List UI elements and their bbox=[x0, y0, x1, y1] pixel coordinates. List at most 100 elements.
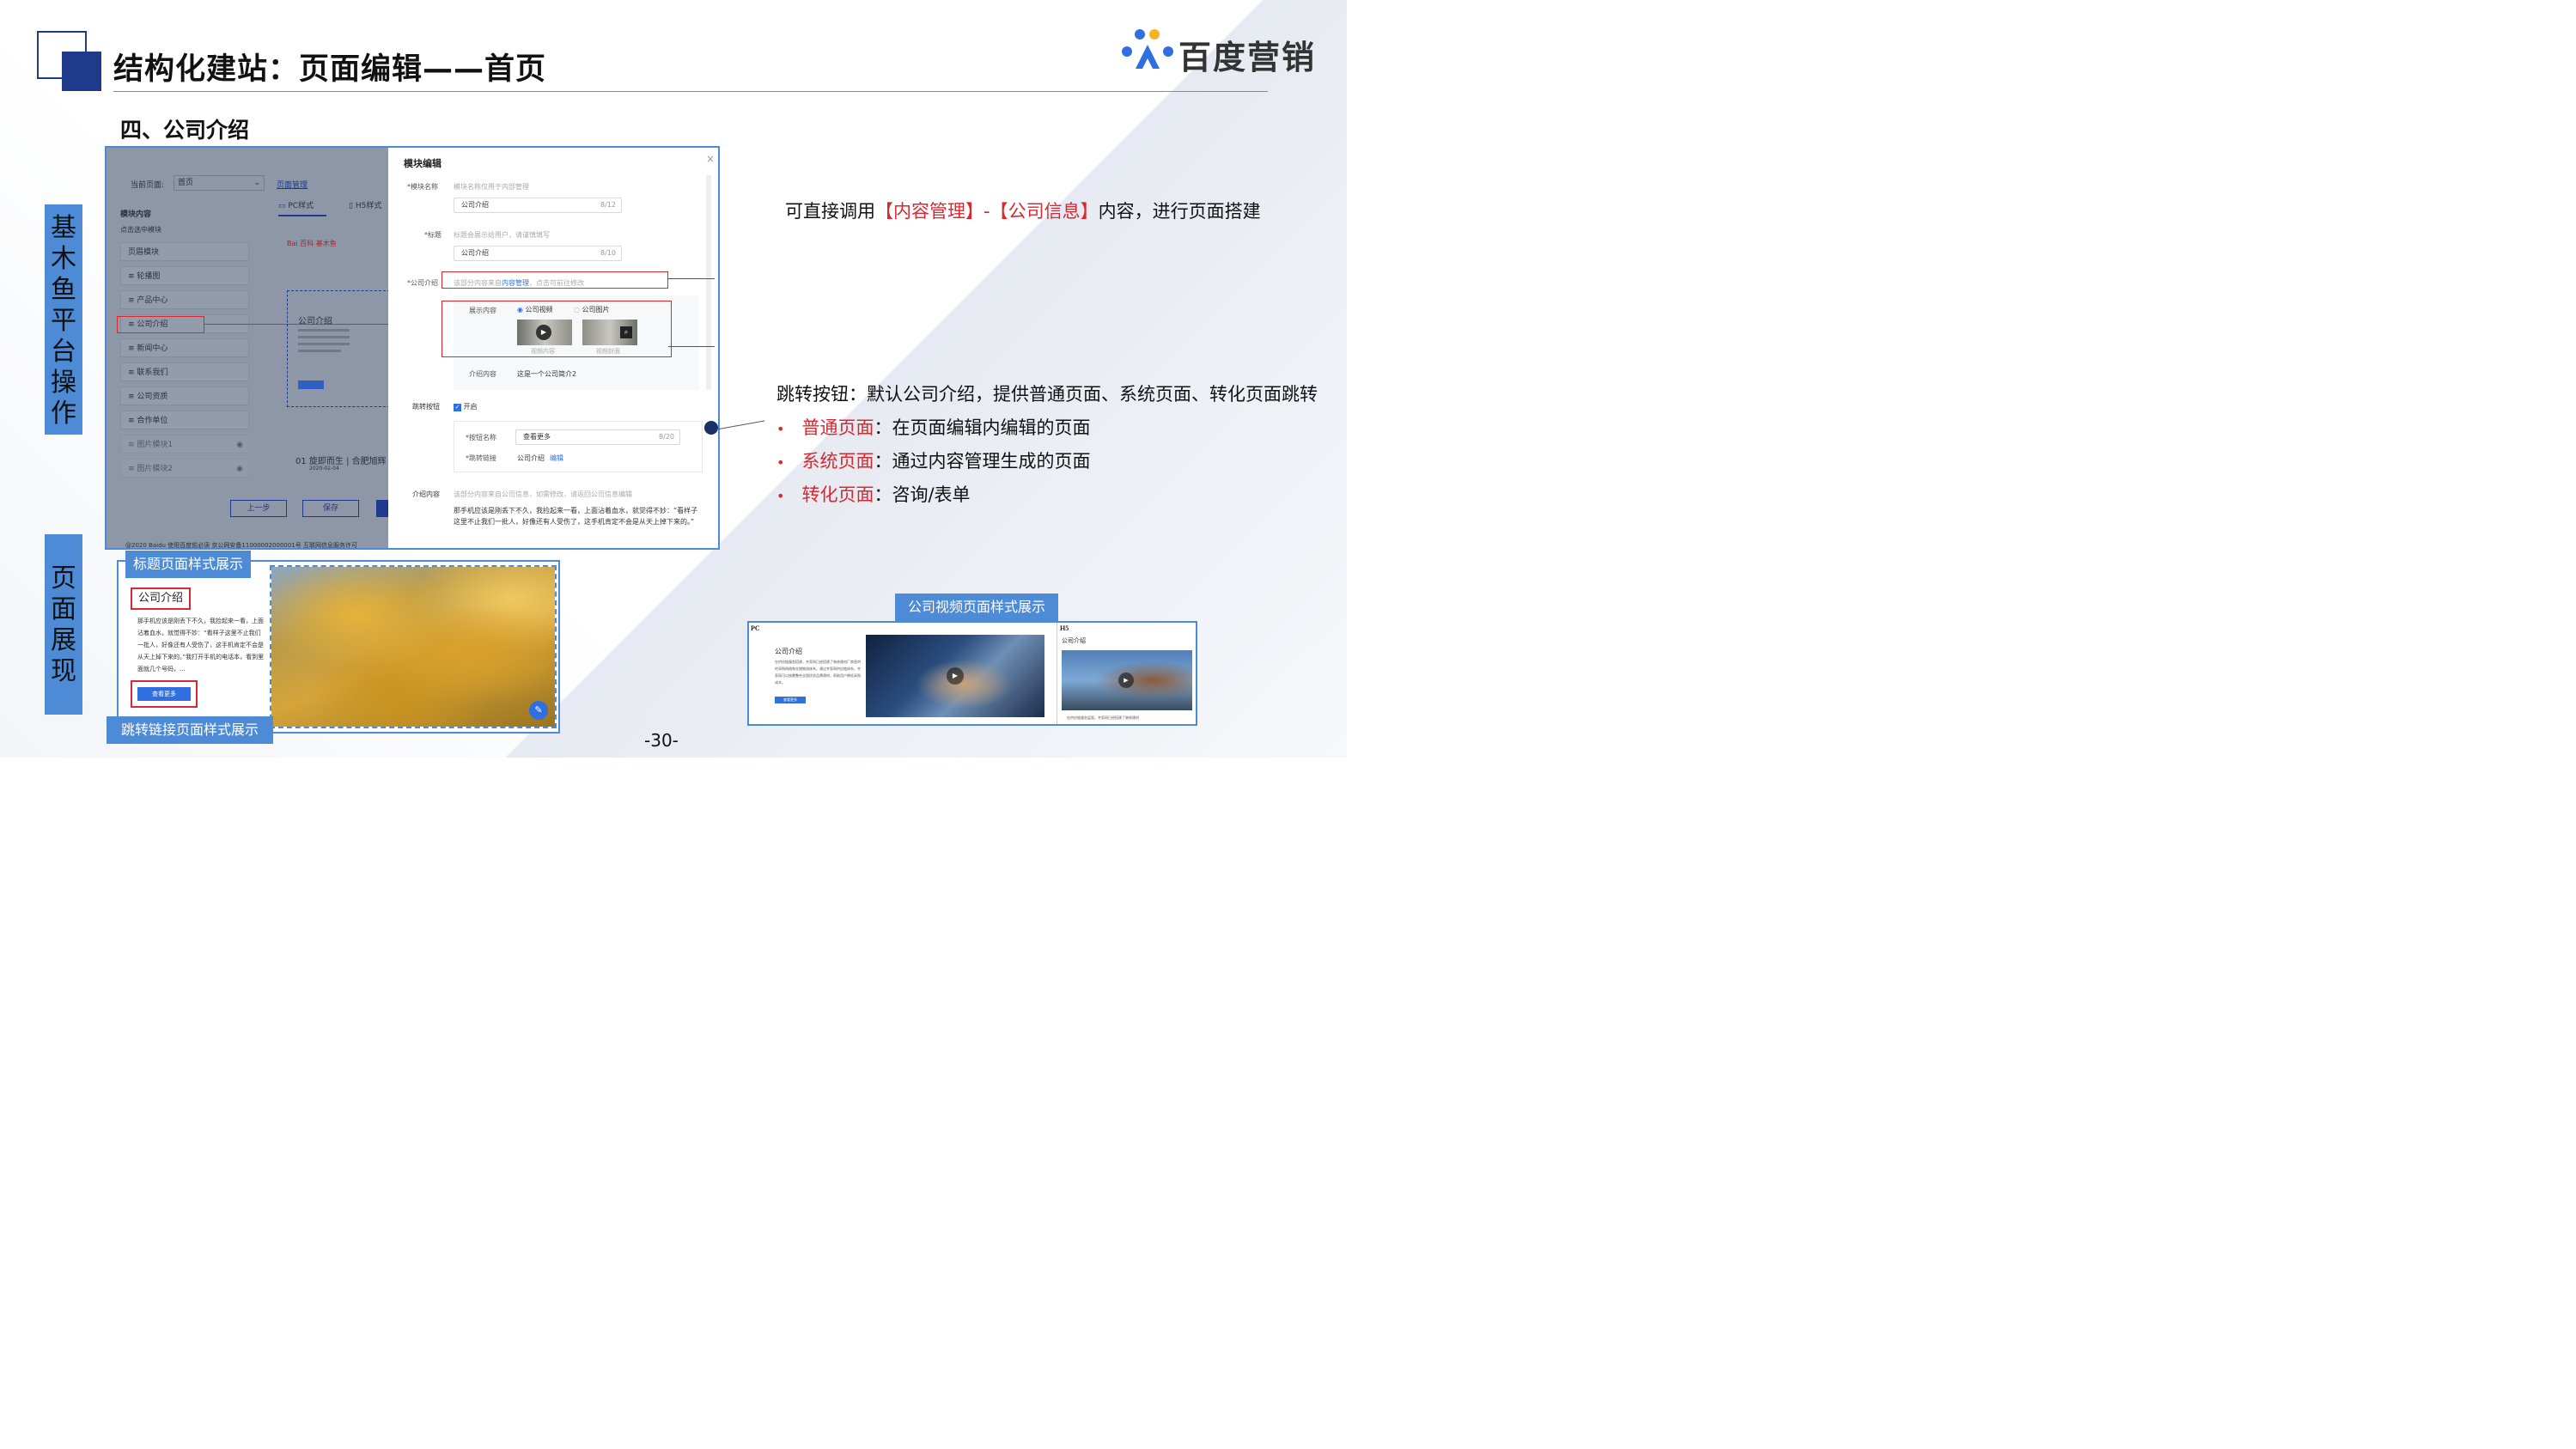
side-char: 基 bbox=[51, 213, 76, 243]
scrollbar[interactable] bbox=[706, 175, 711, 390]
note-text: 内容，进行页面搭建 bbox=[1098, 201, 1261, 222]
pc-body: 在供应链服务搭建，齐家网已经搭建了装修建材厂商直供的采购网络和仓储物流体系。通过… bbox=[775, 660, 861, 685]
button-name-count: 8/20 bbox=[659, 433, 674, 441]
content-source-note: 可直接调用【内容管理】-【公司信息】内容，进行页面搭建 bbox=[785, 198, 1261, 223]
title-count: 8/10 bbox=[600, 249, 616, 257]
module-item[interactable]: 页眉模块 bbox=[120, 242, 249, 261]
module-item[interactable]: ≡ 产品中心 bbox=[120, 290, 249, 309]
eye-icon[interactable]: ◉ bbox=[236, 435, 243, 454]
page-manage-link[interactable]: 页面管理 bbox=[277, 179, 308, 190]
preview-line bbox=[298, 329, 350, 332]
jump-toggle[interactable]: ✓ 开启 bbox=[454, 402, 478, 411]
preview-module-frame[interactable]: 公司介绍 bbox=[287, 290, 390, 407]
button-name-input[interactable]: 查看更多 8/20 bbox=[515, 429, 680, 445]
side-char: 平 bbox=[51, 306, 76, 336]
play-icon[interactable]: ▶ bbox=[1118, 673, 1134, 688]
title-style-preview: 公司介绍 那手机应该是刚丢下不久，我捡起来一看，上面沾着血水，就觉得不妙：“看样… bbox=[117, 560, 560, 734]
checkbox-checked-icon[interactable]: ✓ bbox=[454, 404, 461, 411]
module-label: 联系我们 bbox=[137, 368, 168, 377]
preview-heading: 公司介绍 bbox=[131, 588, 191, 610]
jump-link-value: 公司介绍 bbox=[517, 454, 545, 462]
side-char: 面 bbox=[51, 594, 76, 624]
close-icon[interactable]: × bbox=[706, 153, 715, 165]
preview-more-button[interactable]: 查看更多 bbox=[137, 687, 191, 701]
tab-pc[interactable]: ▭ PC样式 bbox=[278, 199, 314, 210]
jump-link-label: *跳转链接 bbox=[466, 454, 496, 462]
connector-line-diagonal bbox=[716, 420, 765, 430]
side-label-platform: 基 木 鱼 平 台 操 作 bbox=[45, 204, 82, 435]
tab-h5[interactable]: ▯ H5样式 bbox=[349, 199, 381, 210]
preview-button-highlight: 查看更多 bbox=[131, 680, 198, 708]
module-item[interactable]: ≡ 图片模块2 ◉ bbox=[120, 459, 249, 478]
preview-line bbox=[298, 336, 350, 338]
intro-content-label: 介绍内容 bbox=[469, 370, 496, 378]
preview-body: 那手机应该是刚丢下不久，我捡起来一看，上面沾着血水，就觉得不妙：“看样子这里不止… bbox=[137, 618, 265, 673]
h5-label: H5 bbox=[1060, 624, 1069, 632]
module-item[interactable]: ≡ 轮播图 bbox=[120, 266, 249, 285]
module-name-hint: 模块名称仅用于内部管理 bbox=[454, 183, 529, 191]
side-char: 操 bbox=[51, 368, 76, 398]
current-page-value: 首页 bbox=[178, 179, 194, 187]
bullet-desc: ：通过内容管理生成的页面 bbox=[874, 451, 1091, 472]
intro2-hint: 该部分内容来自公司信息，如需修改，请返回公司信息编辑 bbox=[454, 490, 632, 498]
connector-line bbox=[668, 346, 715, 347]
note-highlight: 【公司信息】 bbox=[990, 201, 1099, 222]
save-button[interactable]: 保存 bbox=[302, 500, 359, 517]
title-decoration-square bbox=[62, 52, 101, 91]
bullet-dot: • bbox=[776, 454, 785, 471]
title-label: *标题 bbox=[424, 231, 442, 239]
connector-line bbox=[668, 278, 715, 279]
pc-more-button[interactable]: 查看更多 bbox=[775, 697, 806, 703]
tab-pc-underline bbox=[278, 215, 326, 216]
video-style-tab: 公司视频页面样式展示 bbox=[895, 594, 1058, 621]
bullet-desc: ：咨询/表单 bbox=[874, 484, 971, 505]
play-icon[interactable]: ▶ bbox=[947, 667, 964, 685]
editor-left-panel: 当前页面: 首页 ⌄ 页面管理 模块内容 点击选中模块 页眉模块 ≡ 轮播图 ≡… bbox=[107, 148, 396, 548]
module-hint: 点击选中模块 bbox=[120, 226, 161, 234]
preview-line bbox=[298, 350, 341, 352]
h5-video-thumbnail[interactable]: ▶ bbox=[1062, 650, 1192, 710]
title-value: 公司介绍 bbox=[461, 249, 489, 257]
pc-video-thumbnail[interactable]: ▶ bbox=[866, 635, 1044, 717]
jump-link-edit[interactable]: 编辑 bbox=[550, 454, 563, 463]
preview-button bbox=[298, 381, 324, 389]
bullet-normal-page: • 普通页面：在页面编辑内编辑的页面 bbox=[776, 414, 1090, 440]
preview-news: 01 旋即而生 | 合肥旭辉 bbox=[295, 457, 387, 466]
button-name-value: 查看更多 bbox=[523, 433, 551, 441]
note-dash: - bbox=[984, 201, 990, 222]
module-name-input[interactable]: 公司介绍 8/12 bbox=[454, 198, 622, 213]
module-name-label: *模块名称 bbox=[407, 183, 438, 191]
video-style-preview: PC 公司介绍 在供应链服务搭建，齐家网已经搭建了装修建材厂商直供的采购网络和仓… bbox=[747, 621, 1197, 726]
side-char: 页 bbox=[51, 563, 76, 594]
bullet-term: 转化页面 bbox=[801, 484, 874, 505]
title-input[interactable]: 公司介绍 8/10 bbox=[454, 246, 622, 261]
side-char: 展 bbox=[51, 625, 76, 655]
button-name-label: *按钮名称 bbox=[466, 434, 496, 441]
eye-icon[interactable]: ◉ bbox=[236, 460, 243, 478]
bullet-system-page: • 系统页面：通过内容管理生成的页面 bbox=[776, 447, 1090, 473]
highlight-display-content bbox=[442, 301, 672, 357]
module-item[interactable]: ≡ 公司资质 bbox=[120, 387, 249, 405]
side-char: 鱼 bbox=[51, 275, 76, 305]
intro2-text: 那手机应该是刚丢下不久，我捡起来一看，上面沾着血水，就觉得不妙：“看样子这里不止… bbox=[454, 507, 698, 526]
module-label: 产品中心 bbox=[137, 296, 168, 305]
module-item[interactable]: ≡ 新闻中心 bbox=[120, 338, 249, 357]
current-page-select[interactable]: 首页 ⌄ bbox=[174, 175, 265, 191]
side-char: 木 bbox=[51, 244, 76, 274]
intro2-label: 介绍内容 bbox=[412, 490, 440, 498]
module-item[interactable]: ≡ 图片模块1 ◉ bbox=[120, 435, 249, 454]
edit-pencil-icon[interactable]: ✎ bbox=[529, 701, 548, 720]
h5-heading: 公司介绍 bbox=[1062, 637, 1086, 644]
jump-button-note: 跳转按钮：默认公司介绍，提供普通页面、系统页面、转化页面跳转 bbox=[776, 384, 1318, 405]
prev-step-button[interactable]: 上一步 bbox=[230, 500, 287, 517]
preview-logo: Bai 百科 基木鱼 bbox=[287, 240, 337, 247]
side-char: 现 bbox=[51, 656, 76, 686]
note-text: 可直接调用 bbox=[785, 201, 875, 222]
bullet-dot: • bbox=[776, 421, 785, 437]
jump-enabled-label: 开启 bbox=[463, 403, 478, 411]
module-item[interactable]: ≡ 合作单位 bbox=[120, 411, 249, 429]
module-label: 图片模块1 bbox=[137, 441, 174, 449]
module-item[interactable]: ≡ 联系我们 bbox=[120, 362, 249, 381]
brand-name: 百度营销 bbox=[1178, 39, 1317, 76]
module-label: 图片模块2 bbox=[137, 465, 174, 473]
